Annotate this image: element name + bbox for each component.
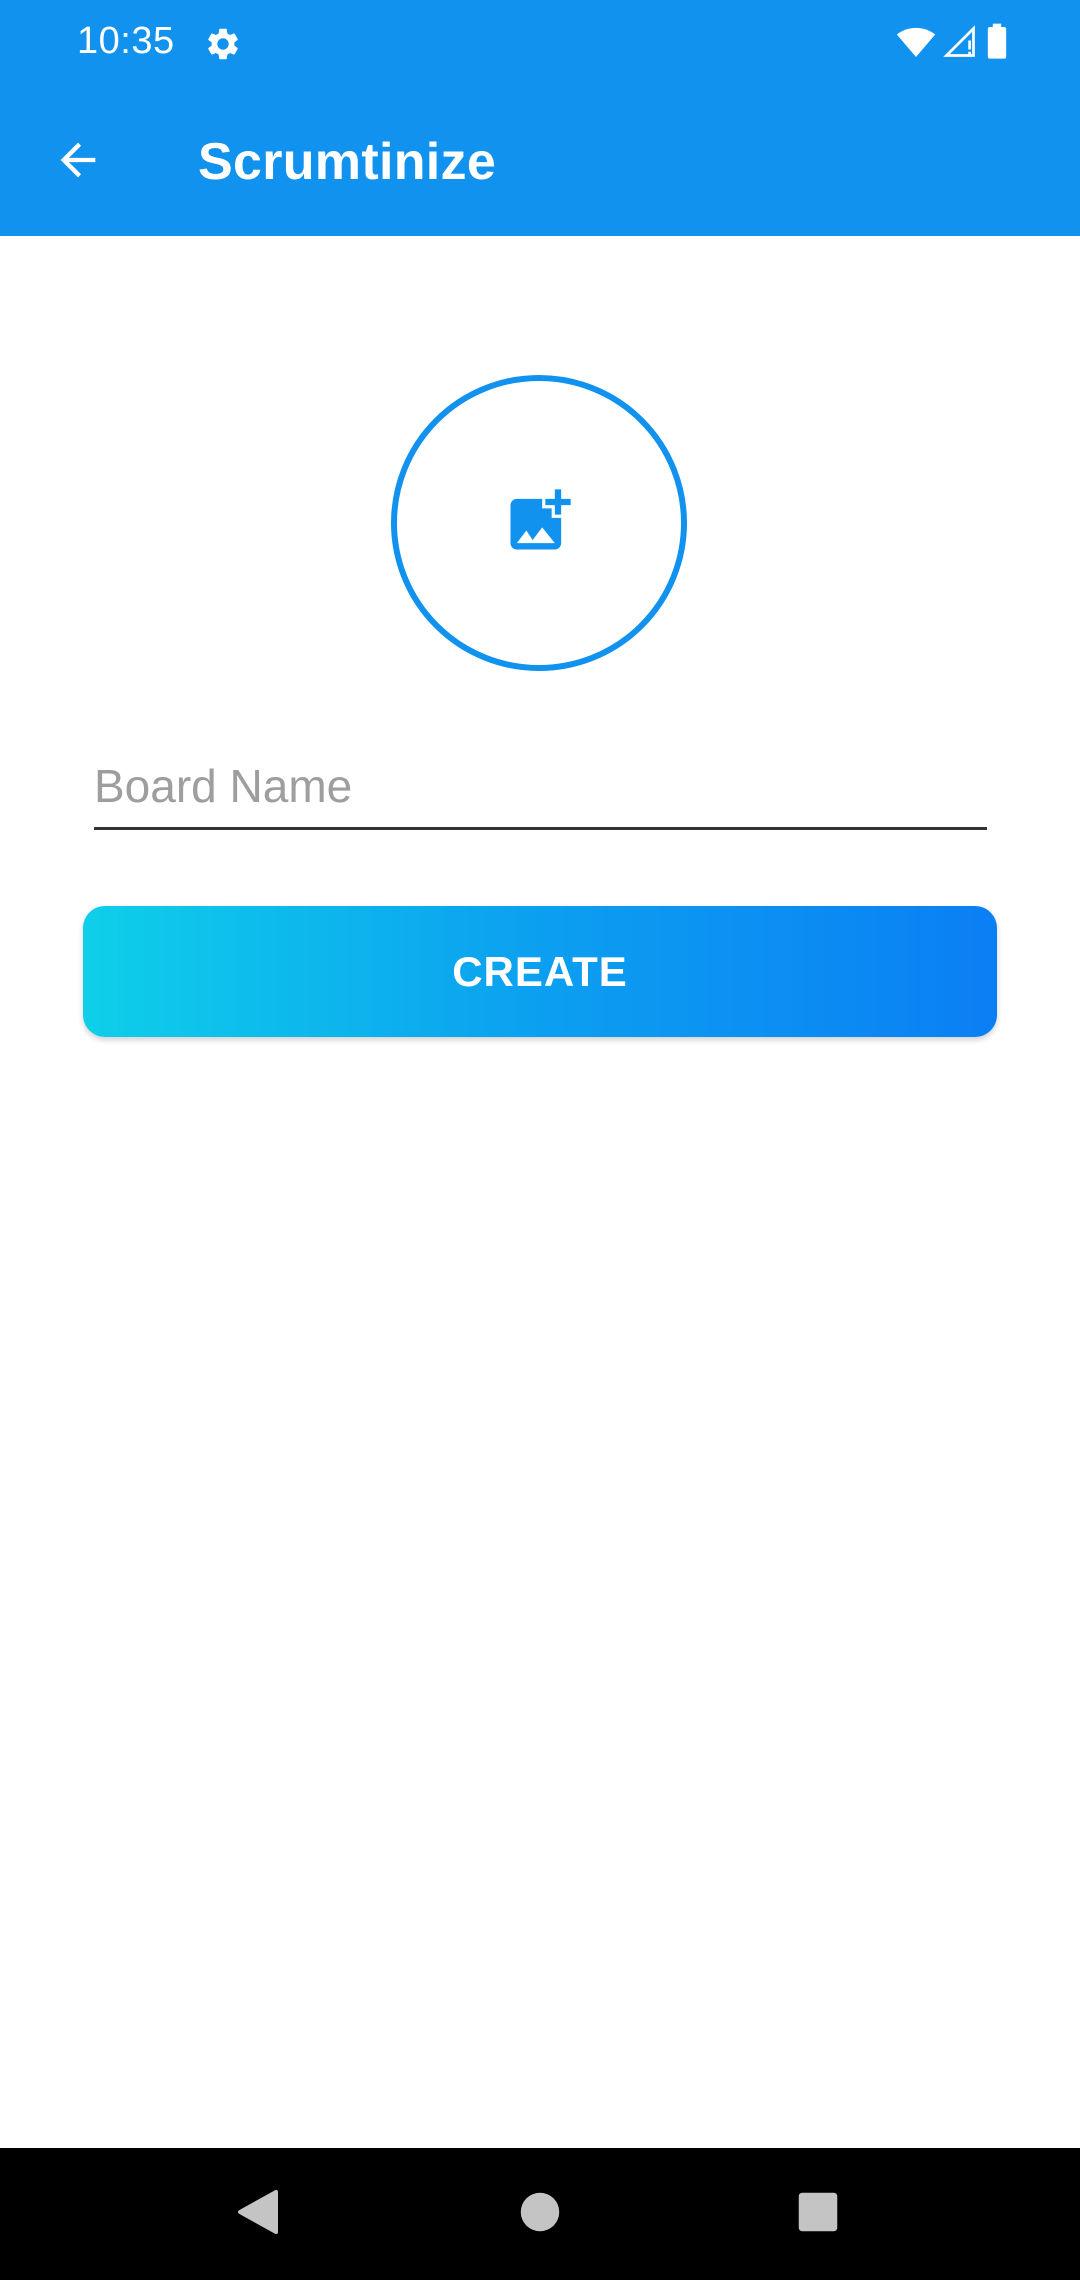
nav-back-button[interactable] (216, 2172, 300, 2256)
nav-home-button[interactable] (498, 2172, 582, 2256)
back-button[interactable] (38, 122, 118, 202)
create-button-label: CREATE (452, 947, 628, 995)
back-triangle-icon (236, 2188, 280, 2241)
battery-icon (984, 22, 1010, 67)
board-image-picker[interactable] (391, 375, 687, 671)
app-title: Scrumtinize (198, 133, 497, 191)
create-button[interactable]: CREATE (83, 906, 997, 1037)
status-time: 10:35 (77, 20, 175, 62)
status-bar: 10:35 (0, 0, 1080, 88)
screen: 10:35 Scrumtinize Board Name CREATE (0, 0, 1080, 2280)
status-icons (896, 22, 1010, 67)
cell-signal-icon (942, 22, 978, 67)
board-name-input[interactable] (94, 752, 987, 830)
wifi-icon (896, 22, 936, 67)
add-photo-icon (501, 483, 577, 564)
settings-gear-icon (204, 25, 242, 63)
recents-square-icon (797, 2191, 839, 2238)
arrow-back-icon (52, 134, 104, 191)
home-circle-icon (519, 2191, 561, 2238)
system-nav-bar (0, 2148, 1080, 2280)
nav-recents-button[interactable] (776, 2172, 860, 2256)
app-bar: Scrumtinize (0, 88, 1080, 236)
